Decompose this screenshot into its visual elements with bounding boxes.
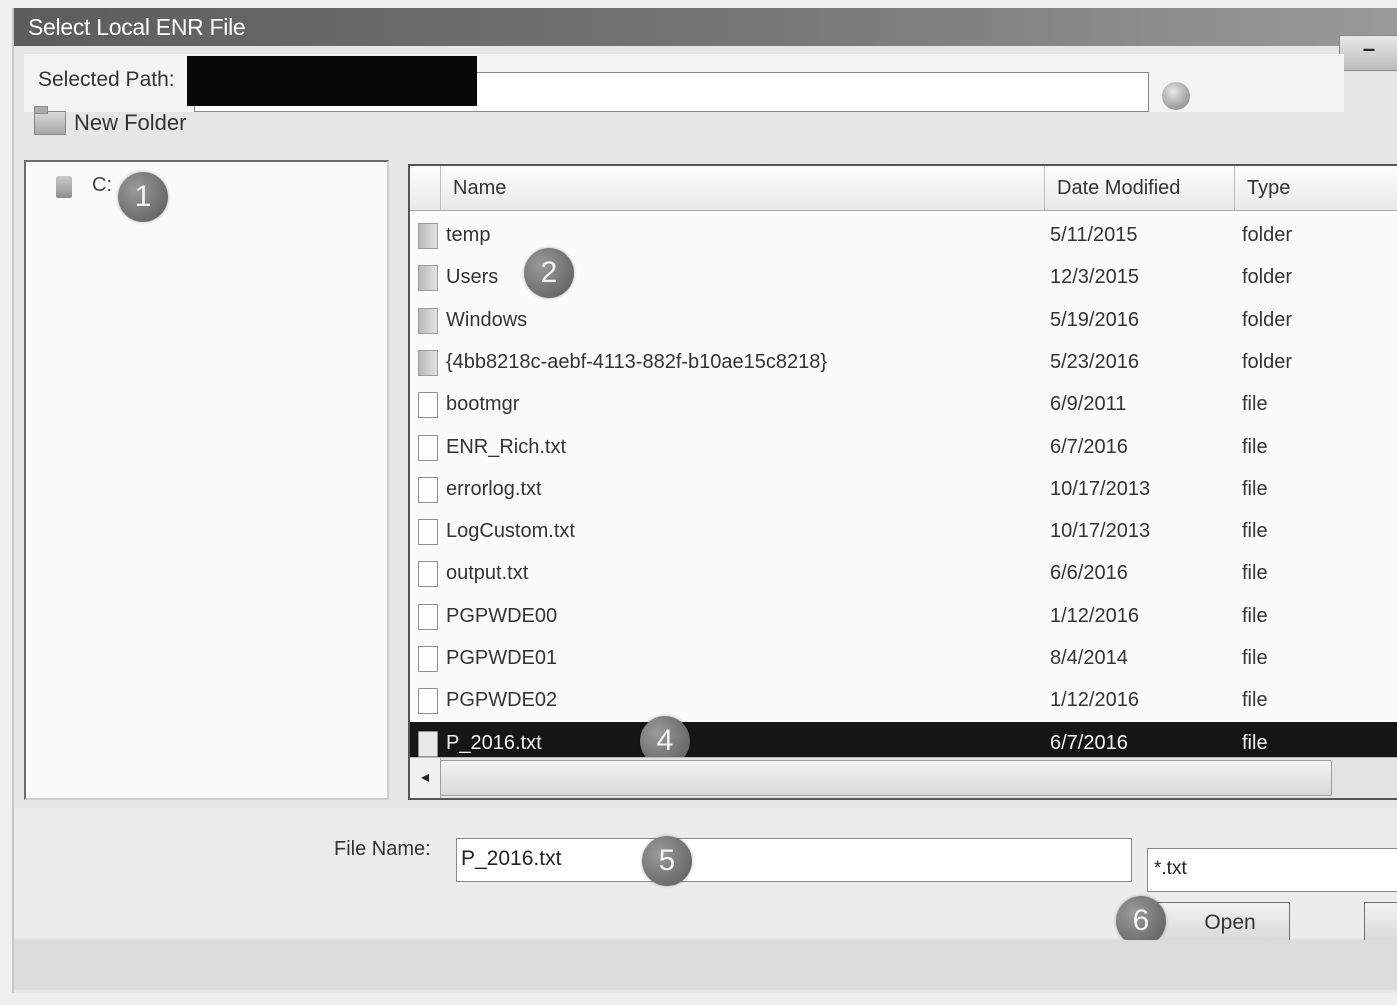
file-name-cell: PGPWDE00 — [446, 604, 558, 627]
file-list[interactable]: Name Date Modified Type temp 5/11/2015 fol… — [408, 164, 1397, 800]
file-name-label: File Name: — [334, 838, 431, 860]
file-row[interactable]: {4bb8218c-aebf-4113-882f-b10ae15c8218} 5/… — [410, 341, 1397, 383]
list-header: Name Date Modified Type — [410, 166, 1397, 211]
file-name-cell: output.txt — [446, 562, 529, 585]
type-cell: file — [1242, 604, 1268, 627]
date-modified-cell: 10/17/2013 — [1050, 477, 1151, 500]
file-name-cell: Windows — [446, 308, 528, 331]
file-icon — [418, 434, 438, 461]
file-icon — [418, 476, 438, 503]
file-name-input[interactable]: P_2016.txt — [456, 838, 1132, 882]
type-cell: file — [1242, 647, 1268, 669]
file-type-filter[interactable]: *.txt — [1147, 848, 1397, 892]
date-modified-cell: 5/19/2016 — [1050, 308, 1139, 331]
type-cell: folder — [1242, 350, 1293, 373]
cancel-button[interactable] — [1364, 902, 1397, 944]
file-name-cell: LogCustom.txt — [446, 520, 575, 543]
file-row[interactable]: LogCustom.txt 10/17/2013 file — [410, 510, 1397, 552]
date-modified-cell: 5/11/2015 — [1050, 224, 1138, 246]
file-icon — [418, 603, 438, 630]
minimize-button[interactable]: – — [1339, 35, 1397, 71]
column-header-name[interactable]: Name — [440, 166, 1044, 210]
column-header-type[interactable]: Type — [1234, 166, 1397, 210]
date-modified-cell: 6/6/2016 — [1050, 562, 1128, 585]
drive-icon — [56, 176, 72, 198]
date-modified-cell: 12/3/2015 — [1050, 266, 1139, 289]
date-modified-cell: 10/17/2013 — [1050, 520, 1151, 543]
open-button[interactable]: Open — [1150, 902, 1290, 944]
date-modified-cell: 8/4/2014 — [1050, 647, 1128, 669]
file-name-cell: {4bb8218c-aebf-4113-882f-b10ae15c8218} — [446, 350, 828, 373]
redacted-block — [187, 56, 477, 106]
file-icon — [418, 730, 438, 757]
path-bar: Selected Path: — [24, 54, 1344, 112]
folder-icon — [418, 349, 438, 376]
refresh-icon[interactable] — [1162, 82, 1190, 110]
step-badge-2: 2 — [524, 248, 574, 298]
file-name-cell: errorlog.txt — [446, 477, 542, 500]
folder-tree[interactable]: C: 1 — [24, 160, 389, 800]
file-row[interactable]: bootmgr 6/9/2011 file — [410, 383, 1397, 425]
type-cell: file — [1242, 477, 1268, 500]
type-cell: file — [1242, 393, 1268, 416]
type-cell: file — [1242, 562, 1268, 585]
status-bar — [14, 940, 1397, 990]
folder-icon — [418, 265, 438, 292]
file-dialog: Select Local ENR File – Selected Path: N… — [12, 8, 1397, 993]
file-row[interactable]: errorlog.txt 10/17/2013 file — [410, 468, 1397, 510]
file-row[interactable]: PGPWDE01 8/4/2014 file — [410, 637, 1397, 679]
file-icon — [418, 646, 438, 672]
file-row[interactable]: PGPWDE02 1/12/2016 file — [410, 679, 1397, 721]
date-modified-cell: 5/23/2016 — [1050, 350, 1139, 373]
file-name-cell: PGPWDE02 — [446, 689, 558, 712]
new-folder-button[interactable]: New Folder — [34, 106, 186, 140]
type-cell: folder — [1242, 224, 1293, 246]
type-cell: folder — [1242, 308, 1293, 331]
date-modified-cell: 1/12/2016 — [1050, 604, 1139, 627]
step-badge-6: 6 — [1116, 896, 1166, 946]
file-name-cell: temp — [446, 224, 491, 246]
folder-icon — [418, 223, 438, 249]
step-badge-1: 1 — [118, 172, 168, 222]
type-cell: file — [1242, 689, 1268, 712]
file-icon — [418, 392, 438, 419]
file-row[interactable]: PGPWDE00 1/12/2016 file — [410, 595, 1397, 637]
title-bar: Select Local ENR File — [14, 8, 1397, 46]
date-modified-cell: 6/9/2011 — [1050, 393, 1127, 416]
file-row[interactable]: Windows 5/19/2016 folder — [410, 299, 1397, 341]
file-icon — [418, 688, 438, 715]
column-header-date-modified[interactable]: Date Modified — [1044, 166, 1234, 210]
file-name-cell: PGPWDE01 — [446, 647, 558, 669]
file-name-cell: bootmgr — [446, 393, 520, 416]
file-icon — [418, 519, 438, 546]
new-folder-icon — [34, 106, 66, 135]
new-folder-label: New Folder — [74, 110, 187, 135]
date-modified-cell: 6/7/2016 — [1050, 435, 1128, 458]
type-cell: folder — [1242, 266, 1293, 289]
date-modified-cell: 1/12/2016 — [1050, 689, 1139, 712]
file-icon — [418, 561, 438, 588]
type-cell: file — [1242, 435, 1268, 458]
tree-item-c-drive[interactable]: C: — [92, 174, 112, 197]
file-name-cell: Users — [446, 266, 499, 289]
horizontal-scrollbar[interactable]: ◂ — [410, 757, 1397, 798]
scroll-left-arrow-icon[interactable]: ◂ — [410, 758, 441, 798]
folder-icon — [418, 307, 438, 334]
type-cell: file — [1242, 520, 1268, 543]
file-row[interactable]: ENR_Rich.txt 6/7/2016 file — [410, 426, 1397, 468]
file-row[interactable]: output.txt 6/6/2016 file — [410, 552, 1397, 594]
step-badge-5: 5 — [642, 836, 692, 886]
window-title: Select Local ENR File — [28, 14, 246, 40]
scroll-thumb[interactable] — [440, 760, 1332, 796]
file-name-cell: ENR_Rich.txt — [446, 435, 567, 458]
selected-path-label: Selected Path: — [38, 68, 175, 91]
